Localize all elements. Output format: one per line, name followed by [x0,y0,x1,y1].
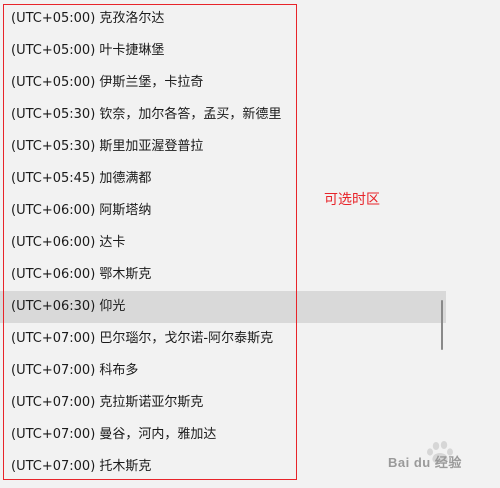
timezone-option[interactable]: (UTC+05:30) 钦奈，加尔各答，孟买，新德里 [0,99,446,131]
timezone-list: (UTC+05:00) 克孜洛尔达 (UTC+05:00) 叶卡捷琳堡 (UTC+0… [0,3,446,483]
scrollbar-thumb[interactable] [441,300,443,350]
timezone-option[interactable]: (UTC+05:30) 斯里加亚渥登普拉 [0,131,446,163]
timezone-dropdown-list: (UTC+05:00) 克孜洛尔达 (UTC+05:00) 叶卡捷琳堡 (UTC+0… [0,0,446,488]
scrollbar[interactable] [438,0,446,488]
timezone-option[interactable]: (UTC+05:00) 叶卡捷琳堡 [0,35,446,67]
timezone-option-selected[interactable]: (UTC+06:30) 仰光 [0,291,446,323]
timezone-option[interactable]: (UTC+05:00) 克孜洛尔达 [0,3,446,35]
timezone-option[interactable]: (UTC+06:00) 鄂木斯克 [0,259,446,291]
annotation-label: 可选时区 [324,192,380,208]
watermark-text: Bai du 经验 [388,455,462,470]
timezone-option[interactable]: (UTC+07:00) 科布多 [0,355,446,387]
timezone-option[interactable]: (UTC+07:00) 巴尔瑙尔，戈尔诺-阿尔泰斯克 [0,323,446,355]
timezone-option[interactable]: (UTC+05:00) 伊斯兰堡，卡拉奇 [0,67,446,99]
timezone-option[interactable]: (UTC+07:00) 克拉斯诺亚尔斯克 [0,387,446,419]
timezone-option[interactable]: (UTC+06:00) 达卡 [0,227,446,259]
